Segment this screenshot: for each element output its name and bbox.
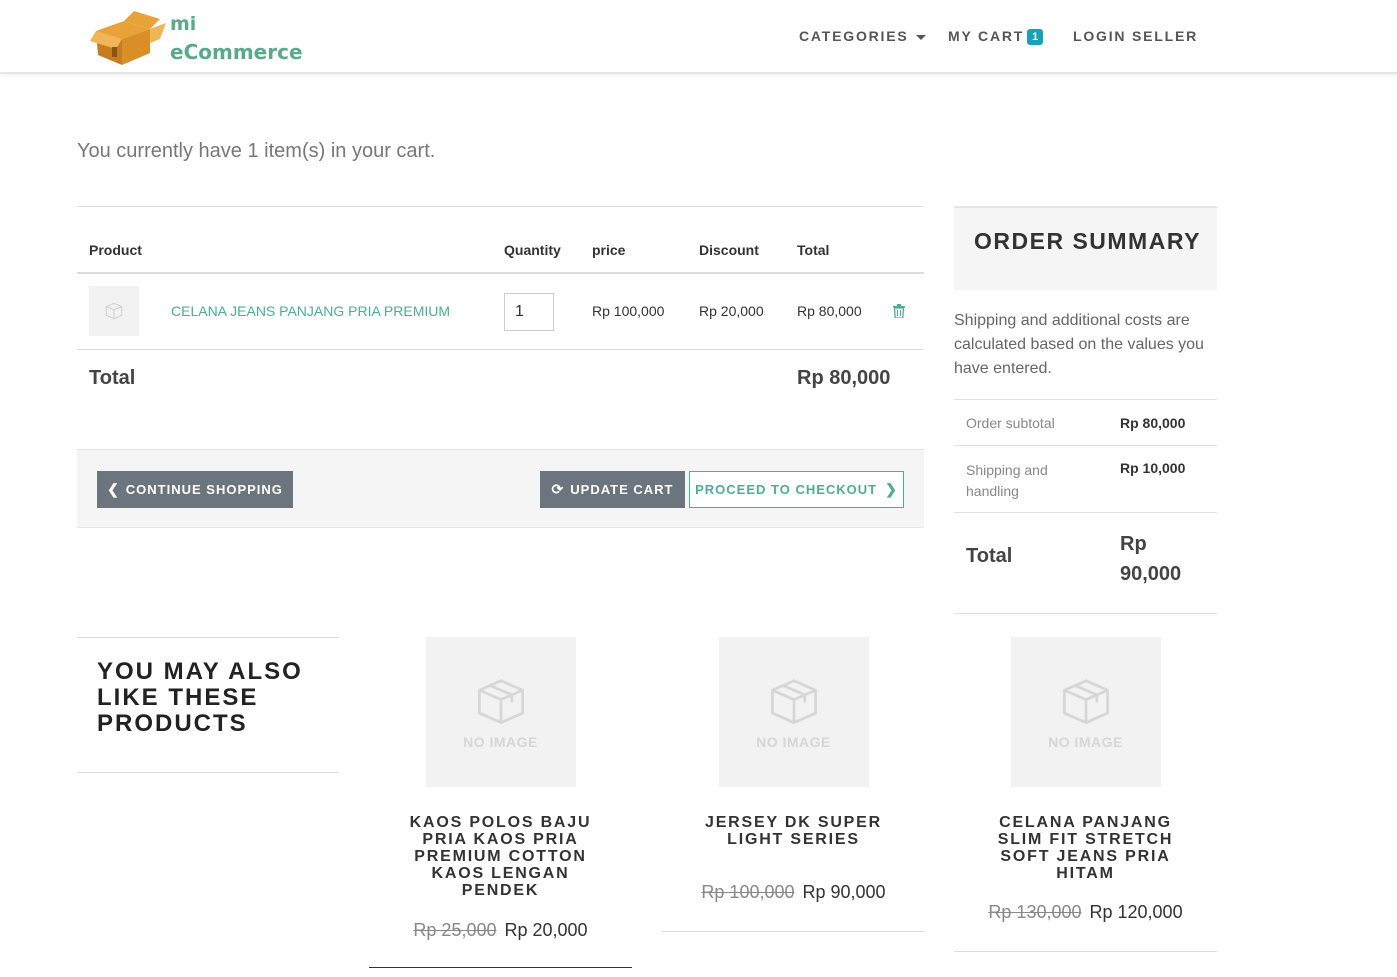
product-price: Rp 120,000 bbox=[1089, 902, 1183, 922]
product-price: Rp 90,000 bbox=[802, 882, 886, 902]
box-placeholder-icon bbox=[1062, 679, 1109, 725]
order-summary-note: Shipping and additional costs are calcul… bbox=[954, 309, 1217, 400]
box-placeholder-icon bbox=[105, 302, 123, 320]
card-divider bbox=[662, 931, 925, 932]
header-discount: Discount bbox=[699, 242, 759, 258]
product-prices: Rp 100,000 Rp 90,000 bbox=[662, 882, 925, 903]
shipping-row: Shipping and handling Rp 10,000 bbox=[954, 446, 1217, 513]
shipping-label: Shipping and handling bbox=[966, 462, 1048, 499]
cart-table: Product Quantity price Discount Total CE… bbox=[77, 206, 924, 406]
item-discount: Rp 20,000 bbox=[699, 303, 764, 319]
table-header: Product Quantity price Discount Total bbox=[77, 207, 924, 274]
site-logo[interactable]: mi eCommerce bbox=[90, 8, 310, 68]
card-divider bbox=[954, 951, 1217, 952]
product-image[interactable]: NO IMAGE bbox=[718, 637, 869, 787]
product-old-price: Rp 25,000 bbox=[413, 920, 497, 940]
box-logo-icon bbox=[90, 11, 166, 65]
subtotal-value: Rp 80,000 bbox=[1120, 415, 1186, 431]
order-summary: ORDER SUMMARY Shipping and additional co… bbox=[954, 206, 1217, 614]
no-image-text: NO IMAGE bbox=[756, 734, 831, 750]
caret-down-icon bbox=[915, 34, 926, 40]
item-price: Rp 100,000 bbox=[592, 303, 665, 319]
nav-categories[interactable]: CATEGORIES bbox=[799, 28, 926, 44]
product-old-price: Rp 100,000 bbox=[701, 882, 795, 902]
cart-intro-text: You currently have 1 item(s) in your car… bbox=[77, 140, 436, 162]
box-placeholder-icon bbox=[770, 679, 817, 725]
chevron-left-icon: ❮ bbox=[107, 481, 120, 497]
no-image-text: NO IMAGE bbox=[1048, 734, 1123, 750]
cart-total-value: Rp 80,000 bbox=[797, 367, 891, 389]
quantity-input[interactable]: 1 bbox=[504, 293, 554, 331]
item-total: Rp 80,000 bbox=[797, 303, 862, 319]
navbar: mi eCommerce CATEGORIES MY CART 1 LOGIN S… bbox=[0, 0, 1397, 74]
continue-shopping-button[interactable]: ❮ CONTINUE SHOPPING bbox=[97, 471, 293, 508]
cart-total-label: Total bbox=[89, 367, 136, 389]
refresh-icon: ⟳ bbox=[551, 481, 565, 497]
subtotal-label: Order subtotal bbox=[966, 415, 1055, 431]
summary-total-value: Rp 90,000 bbox=[1120, 533, 1182, 585]
trash-icon[interactable] bbox=[893, 304, 905, 318]
product-card[interactable]: NO IMAGE KAOS POLOS BAJU PRIA KAOS PRIA … bbox=[369, 637, 632, 968]
nav-my-cart[interactable]: MY CART 1 bbox=[948, 28, 1044, 45]
logo-line1: mi bbox=[170, 13, 197, 35]
summary-total-label: Total bbox=[966, 545, 1013, 567]
nav-categories-label: CATEGORIES bbox=[799, 28, 909, 44]
nav-login-seller[interactable]: LOGIN SELLER bbox=[1073, 28, 1198, 44]
product-prices: Rp 25,000 Rp 20,000 bbox=[369, 920, 632, 941]
product-name[interactable]: KAOS POLOS BAJU PRIA KAOS PRIA PREMIUM C… bbox=[369, 814, 632, 899]
chevron-right-icon: ❯ bbox=[885, 481, 898, 497]
cart-product-link[interactable]: CELANA JEANS PANJANG PRIA PREMIUM bbox=[171, 303, 450, 319]
product-thumbnail[interactable] bbox=[89, 286, 139, 336]
nav-cart-label: MY CART bbox=[948, 28, 1025, 44]
box-placeholder-icon bbox=[477, 679, 524, 725]
no-image-text: NO IMAGE bbox=[463, 734, 538, 750]
summary-total-row: Total Rp 90,000 bbox=[954, 513, 1217, 614]
update-cart-label: UPDATE CART bbox=[570, 482, 674, 497]
product-old-price: Rp 130,000 bbox=[988, 902, 1082, 922]
logo-line2: eCommerce bbox=[170, 40, 303, 64]
proceed-to-checkout-button[interactable]: PROCEED TO CHECKOUT ❯ bbox=[689, 471, 904, 508]
product-card[interactable]: NO IMAGE CELANA PANJANG SLIM FIT STRETCH… bbox=[954, 637, 1217, 952]
card-divider bbox=[369, 967, 632, 968]
cart-count-badge: 1 bbox=[1027, 29, 1044, 45]
product-name[interactable]: CELANA PANJANG SLIM FIT STRETCH SOFT JEA… bbox=[954, 814, 1217, 882]
product-image[interactable]: NO IMAGE bbox=[425, 637, 576, 787]
subtotal-row: Order subtotal Rp 80,000 bbox=[954, 400, 1217, 446]
product-image[interactable]: NO IMAGE bbox=[1010, 637, 1161, 787]
checkout-label: PROCEED TO CHECKOUT bbox=[695, 482, 878, 497]
header-quantity: Quantity bbox=[504, 242, 561, 258]
cart-total-row: Total Rp 80,000 bbox=[77, 350, 924, 406]
logo-text: mi eCommerce bbox=[170, 10, 303, 66]
product-prices: Rp 130,000 Rp 120,000 bbox=[954, 902, 1217, 923]
header-price: price bbox=[592, 242, 626, 258]
table-row: CELANA JEANS PANJANG PRIA PREMIUM 1 Rp 1… bbox=[77, 274, 924, 350]
product-card[interactable]: NO IMAGE JERSEY DK SUPER LIGHT SERIES Rp… bbox=[662, 637, 925, 932]
product-price: Rp 20,000 bbox=[504, 920, 588, 940]
related-products-heading: YOU MAY ALSO LIKE THESE PRODUCTS bbox=[77, 637, 339, 773]
product-name[interactable]: JERSEY DK SUPER LIGHT SERIES bbox=[662, 814, 925, 848]
cart-action-bar: ❮ CONTINUE SHOPPING ⟳ UPDATE CART PROCEE… bbox=[77, 449, 924, 528]
header-product: Product bbox=[89, 242, 142, 258]
shipping-value: Rp 10,000 bbox=[1120, 460, 1186, 476]
header-total: Total bbox=[797, 242, 830, 258]
order-summary-title: ORDER SUMMARY bbox=[954, 206, 1217, 290]
continue-shopping-label: CONTINUE SHOPPING bbox=[125, 482, 283, 497]
update-cart-button[interactable]: ⟳ UPDATE CART bbox=[540, 471, 685, 508]
